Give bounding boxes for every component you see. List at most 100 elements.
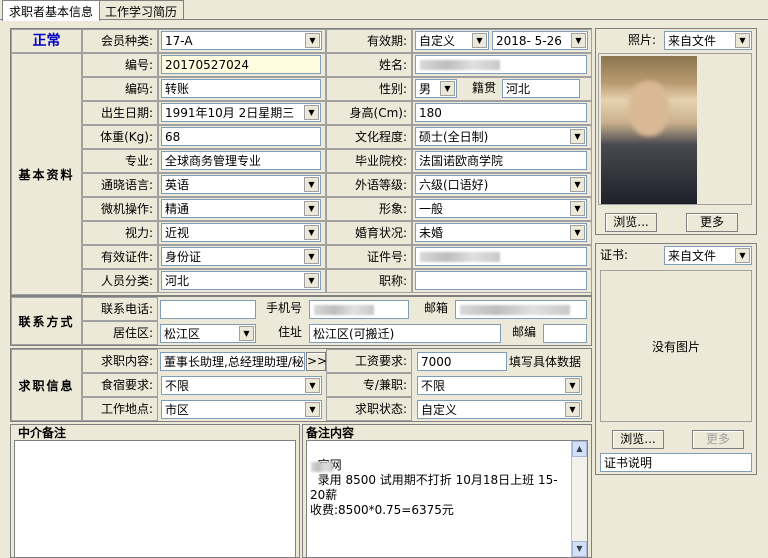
- computer-select[interactable]: 精通 ▼: [161, 199, 321, 218]
- location-value: 市区: [165, 403, 190, 417]
- code-value: 转账: [165, 82, 190, 96]
- chevron-down-icon[interactable]: ▼: [305, 378, 320, 393]
- district-select[interactable]: 松江区 ▼: [160, 324, 256, 343]
- chevron-down-icon[interactable]: ▼: [305, 402, 320, 417]
- code-field[interactable]: 转账: [161, 79, 321, 98]
- validity-mode-select[interactable]: 自定义 ▼: [415, 31, 489, 50]
- photo-more-button[interactable]: 更多: [686, 213, 738, 232]
- birth-select[interactable]: 1991年10月 2日星期三 ▼: [161, 103, 321, 122]
- cert-no-label: 证件号:: [326, 245, 412, 269]
- scroll-up-icon[interactable]: ▲: [572, 441, 587, 457]
- remark-scrollbar[interactable]: ▲ ▼: [571, 441, 587, 557]
- photo-frame: [598, 53, 752, 205]
- person-class-label: 人员分类:: [82, 269, 158, 293]
- chevron-down-icon[interactable]: ▼: [304, 249, 319, 264]
- chevron-down-icon[interactable]: ▼: [304, 177, 319, 192]
- chevron-down-icon[interactable]: ▼: [570, 177, 585, 192]
- salary-field[interactable]: 7000: [417, 352, 507, 371]
- chevron-down-icon[interactable]: ▼: [304, 105, 319, 120]
- name-label: 姓名:: [326, 53, 412, 77]
- cert-source-select[interactable]: 来自文件 ▼: [664, 246, 752, 265]
- board-value: 不限: [165, 379, 190, 393]
- board-select[interactable]: 不限 ▼: [161, 376, 322, 395]
- major-field[interactable]: 全球商务管理专业: [161, 151, 321, 170]
- remark-redacted: [311, 462, 333, 472]
- chevron-down-icon[interactable]: ▼: [305, 33, 320, 48]
- parttime-select[interactable]: 不限 ▼: [417, 376, 582, 395]
- phone-field[interactable]: [160, 300, 256, 319]
- zip-field[interactable]: [543, 324, 587, 343]
- major-value: 全球商务管理专业: [165, 154, 262, 168]
- chevron-down-icon[interactable]: ▼: [570, 201, 585, 216]
- chevron-down-icon[interactable]: ▼: [565, 402, 580, 417]
- mobile-field[interactable]: [309, 300, 409, 319]
- education-select[interactable]: 硕士(全日制) ▼: [415, 127, 587, 146]
- title-field[interactable]: [415, 271, 587, 290]
- member-type-select[interactable]: 17-A ▼: [161, 31, 322, 50]
- chevron-down-icon[interactable]: ▼: [239, 326, 254, 341]
- tab-work-history[interactable]: 工作学习简历: [98, 0, 185, 20]
- cert-no-field[interactable]: [415, 247, 587, 266]
- chevron-down-icon[interactable]: ▼: [735, 248, 750, 263]
- vision-select[interactable]: 近视 ▼: [161, 223, 321, 242]
- marital-select[interactable]: 未婚 ▼: [415, 223, 587, 242]
- photo-browse-button[interactable]: 浏览...: [605, 213, 657, 232]
- lang-level-select[interactable]: 六级(口语好) ▼: [415, 175, 587, 194]
- tab-basic-info[interactable]: 求职者基本信息: [2, 0, 101, 21]
- redacted-block: [420, 252, 500, 262]
- gender-select[interactable]: 男 ▼: [415, 79, 457, 98]
- marital-label: 婚育状况:: [326, 221, 412, 245]
- name-field[interactable]: [415, 55, 587, 74]
- height-field[interactable]: 180: [415, 103, 587, 122]
- photo-source-select[interactable]: 来自文件 ▼: [664, 31, 752, 50]
- id-no-field[interactable]: 20170527024: [161, 55, 321, 74]
- chevron-down-icon[interactable]: ▼: [472, 33, 487, 48]
- chevron-down-icon[interactable]: ▼: [570, 129, 585, 144]
- location-select[interactable]: 市区 ▼: [161, 400, 322, 419]
- scroll-down-icon[interactable]: ▼: [572, 541, 587, 557]
- cert-browse-button[interactable]: 浏览...: [612, 430, 664, 449]
- cert-type-select[interactable]: 身份证 ▼: [161, 247, 321, 266]
- chevron-down-icon[interactable]: ▼: [304, 201, 319, 216]
- height-label: 身高(Cm):: [326, 101, 412, 125]
- address-field[interactable]: 松江区(可搬迁): [309, 324, 501, 343]
- validity-label: 有效期:: [326, 29, 412, 53]
- job-status-select[interactable]: 自定义 ▼: [417, 400, 582, 419]
- district-value: 松江区: [164, 327, 201, 341]
- chevron-down-icon[interactable]: ▼: [570, 225, 585, 240]
- education-label: 文化程度:: [326, 125, 412, 149]
- email-field[interactable]: [455, 300, 587, 319]
- validity-date-picker[interactable]: 2018- 5-26 ▼: [492, 31, 588, 50]
- school-field[interactable]: 法国诺欧商学院: [415, 151, 587, 170]
- chevron-down-icon[interactable]: ▼: [735, 33, 750, 48]
- cert-type-label: 有效证件:: [82, 245, 158, 269]
- chevron-down-icon[interactable]: ▼: [304, 225, 319, 240]
- lang-level-label: 外语等级:: [326, 173, 412, 197]
- job-content-more-button[interactable]: >>: [306, 352, 327, 371]
- member-type-value: 17-A: [165, 34, 193, 48]
- computer-value: 精通: [165, 202, 190, 216]
- job-status-label: 求职状态:: [326, 397, 412, 421]
- salary-label: 工资要求:: [326, 349, 412, 373]
- chevron-down-icon[interactable]: ▼: [571, 33, 586, 48]
- chevron-down-icon[interactable]: ▼: [440, 81, 455, 96]
- zip-label: 邮编: [511, 325, 536, 339]
- photo-face: [629, 81, 669, 136]
- weight-field[interactable]: 68: [161, 127, 321, 146]
- image-select[interactable]: 一般 ▼: [415, 199, 587, 218]
- cert-no-image: 没有图片: [651, 340, 700, 354]
- location-label: 工作地点:: [82, 397, 158, 421]
- job-status-value: 自定义: [421, 403, 458, 417]
- chevron-down-icon[interactable]: ▼: [565, 378, 580, 393]
- origin-field[interactable]: 河北: [502, 79, 580, 98]
- job-content-field[interactable]: 董事长助理,总经理助理/秘: [160, 352, 305, 371]
- code-label: 编码:: [82, 77, 158, 101]
- cert-desc-field[interactable]: 证书说明: [600, 453, 752, 472]
- language-select[interactable]: 英语 ▼: [161, 175, 321, 194]
- agent-note-textarea[interactable]: [14, 440, 296, 558]
- photo-label: 照片:: [627, 33, 656, 47]
- chevron-down-icon[interactable]: ▼: [304, 273, 319, 288]
- id-no-value: 20170527024: [165, 58, 249, 72]
- person-class-select[interactable]: 河北 ▼: [161, 271, 321, 290]
- remark-textarea[interactable]: 官网 录用 8500 试用期不打折 10月18日上班 15-20薪 收费:850…: [306, 440, 588, 558]
